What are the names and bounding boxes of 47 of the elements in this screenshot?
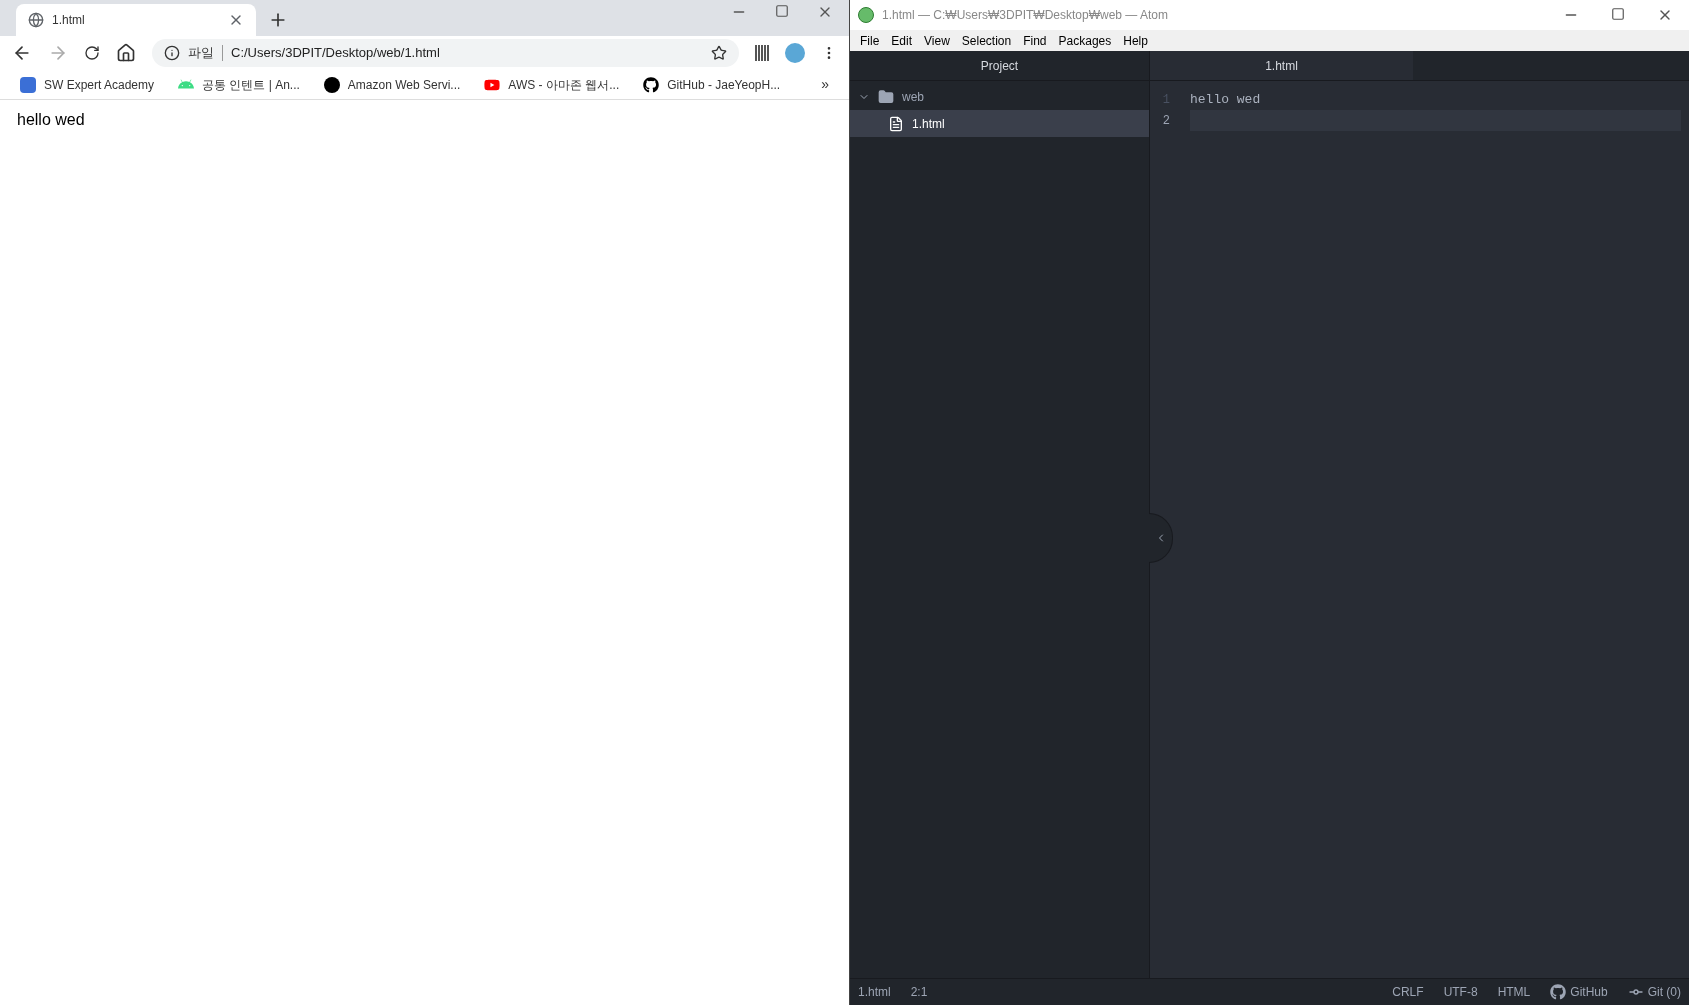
address-bar[interactable]: 파일 C:/Users/3DPIT/Desktop/web/1.html [152, 39, 739, 67]
line-number: 2 [1161, 112, 1171, 130]
s-logo-icon [20, 76, 36, 93]
folder-icon [878, 88, 894, 105]
url-text: C:/Users/3DPIT/Desktop/web/1.html [231, 44, 441, 63]
status-item[interactable]: 2:1 [910, 983, 928, 1001]
browser-tab[interactable]: 1.html [16, 4, 256, 36]
star-icon[interactable] [711, 45, 727, 61]
status-item[interactable]: GitHub [1570, 983, 1608, 1001]
tree-item[interactable]: 1.html [850, 110, 1149, 137]
editor-tab[interactable]: 1.html [1150, 51, 1413, 80]
menu-item[interactable]: View [918, 31, 956, 50]
file-icon [888, 115, 904, 132]
panel-header: Project [850, 51, 1149, 81]
info-icon [164, 45, 180, 61]
home-icon[interactable] [116, 43, 136, 63]
bookmark-link[interactable]: AWS - 아마존 웹서... [508, 75, 620, 94]
status-item[interactable]: UTF-8 [1443, 983, 1478, 1001]
globe-icon [28, 12, 44, 28]
bookmark-link[interactable]: SW Expert Academy [44, 75, 155, 94]
barcode-icon[interactable] [755, 45, 769, 61]
menu-item[interactable]: File [854, 31, 886, 50]
status-item[interactable]: 1.html [858, 983, 891, 1001]
menu-item[interactable]: Find [1017, 31, 1053, 50]
window-title: 1.html — C:₩Users₩3DPIT₩Desktop₩web — Atom [882, 7, 1169, 24]
page-text: hello wed [17, 110, 86, 130]
status-item[interactable]: Git (0) [1647, 983, 1681, 1001]
menu-item[interactable]: Edit [885, 31, 919, 50]
maximize-icon[interactable] [1611, 7, 1625, 21]
github-icon [643, 76, 660, 93]
tree-item[interactable]: web [850, 83, 1149, 110]
menu-item[interactable]: Selection [955, 31, 1018, 50]
bookmark-link[interactable]: GitHub - JaeYeopH... [667, 75, 781, 94]
reload-icon[interactable] [84, 45, 100, 61]
scheme-label: 파일 [188, 44, 214, 63]
menu-item[interactable]: Packages [1052, 31, 1118, 50]
avatar-icon[interactable] [785, 43, 805, 63]
status-item[interactable]: CRLF [1392, 983, 1424, 1001]
bookmark-link[interactable]: Amazon Web Servi... [347, 75, 461, 94]
collapse-handle[interactable] [1149, 513, 1173, 563]
status-item[interactable]: HTML [1497, 983, 1531, 1001]
maximize-icon[interactable] [775, 4, 789, 18]
github-icon [1550, 984, 1567, 1000]
overflow-button[interactable]: » [821, 74, 837, 95]
menu-item[interactable]: Help [1117, 31, 1154, 50]
bookmark-link[interactable]: 공통 인텐트 | An... [202, 75, 300, 94]
atom-logo-icon [858, 7, 874, 23]
